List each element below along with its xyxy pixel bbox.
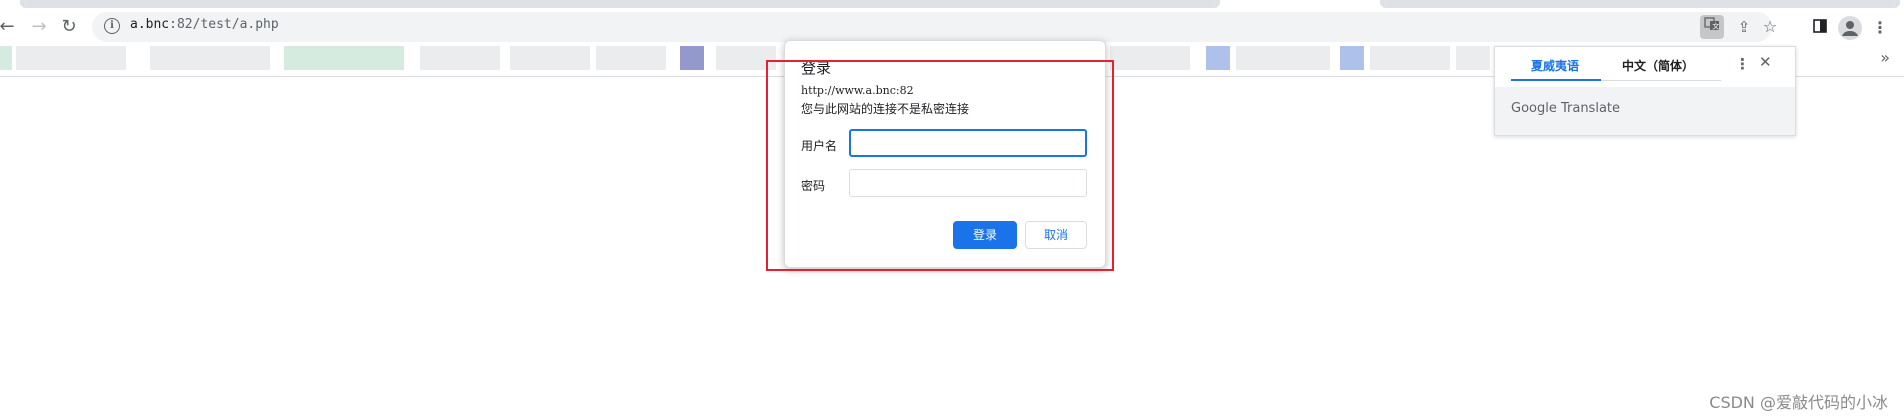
google-translate-brand: Google Translate (1511, 101, 1621, 116)
bookmark-item[interactable] (510, 46, 590, 70)
bookmark-item[interactable] (420, 46, 500, 70)
bookmark-item[interactable] (1340, 46, 1364, 70)
dialog-title: 登录 (801, 59, 832, 77)
active-tab-indicator (1511, 79, 1601, 81)
bookmark-item[interactable] (1370, 46, 1450, 70)
tab-source-language[interactable]: 夏威夷语 (1531, 57, 1579, 74)
more-options-icon[interactable]: ⋮ (1735, 55, 1750, 73)
bookmark-item[interactable] (0, 46, 12, 70)
dialog-site-url: http://www.a.bnc:82 (801, 84, 914, 97)
share-icon[interactable]: ⇪ (1732, 15, 1756, 39)
avatar-icon[interactable] (1838, 16, 1862, 40)
url-text[interactable]: a.bnc:82/test/a.php (130, 17, 279, 32)
chevron-double-right-icon[interactable]: » (1880, 48, 1890, 67)
translate-popup: 夏威夷语 中文（简体） ⋮ ✕ Google Translate (1494, 46, 1796, 136)
tab-strip (0, 0, 1904, 8)
forward-icon[interactable]: → (28, 16, 50, 38)
bookmark-item[interactable] (16, 46, 126, 70)
watermark: CSDN @爱敲代码的小冰 (1709, 393, 1888, 412)
cancel-button[interactable]: 取消 (1025, 221, 1087, 249)
bookmark-item[interactable] (1110, 46, 1190, 70)
close-icon[interactable]: ✕ (1759, 53, 1772, 71)
url-path: :82/test/a.php (169, 17, 279, 32)
dialog-connection-warning: 您与此网站的连接不是私密连接 (801, 102, 970, 116)
tab-target-language[interactable]: 中文（简体） (1622, 57, 1694, 74)
tab-shape[interactable] (20, 0, 1220, 8)
bookmark-item[interactable] (716, 46, 776, 70)
bookmark-item[interactable] (150, 46, 270, 70)
info-icon[interactable]: i (104, 18, 120, 34)
bookmark-item[interactable] (284, 46, 404, 70)
url-host: a.bnc (130, 17, 170, 32)
reload-icon[interactable]: ↻ (58, 16, 80, 38)
login-button[interactable]: 登录 (953, 221, 1017, 249)
password-label: 密码 (801, 179, 826, 193)
username-input[interactable] (849, 129, 1087, 157)
side-panel-icon[interactable] (1808, 16, 1832, 40)
bookmark-item[interactable] (1206, 46, 1230, 70)
back-icon[interactable]: ← (0, 16, 18, 38)
username-label: 用户名 (801, 139, 838, 153)
translate-tabs: 夏威夷语 中文（简体） ⋮ ✕ (1495, 47, 1795, 87)
translate-icon[interactable]: 文 (1700, 15, 1724, 39)
svg-text:文: 文 (1712, 22, 1719, 31)
bookmark-item[interactable] (1236, 46, 1330, 70)
bookmark-item[interactable] (596, 46, 666, 70)
password-input[interactable] (849, 169, 1087, 197)
tab-shape[interactable] (1380, 0, 1900, 8)
star-icon[interactable]: ☆ (1758, 15, 1782, 39)
bookmark-item[interactable] (680, 46, 704, 70)
auth-dialog: 登录 http://www.a.bnc:82 您与此网站的连接不是私密连接 用户… (784, 40, 1106, 268)
translate-footer: Google Translate (1495, 87, 1795, 135)
kebab-menu-icon[interactable]: ⋮ (1868, 16, 1892, 40)
address-bar[interactable]: i a.bnc:82/test/a.php 文 ⇪ ☆ (92, 12, 1777, 42)
bookmark-item[interactable] (1456, 46, 1490, 70)
